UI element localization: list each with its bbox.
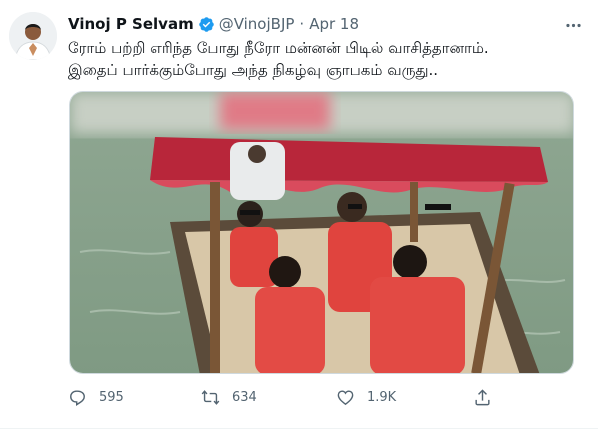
avatar-image xyxy=(9,12,57,60)
avatar[interactable] xyxy=(9,12,57,60)
tweet-actions: 595 634 1.9K xyxy=(68,384,538,410)
author-name[interactable]: Vinoj P Selvam xyxy=(68,15,194,33)
tweet-card[interactable]: Vinoj P Selvam @VinojBJP · Apr 18 ரோம் ப… xyxy=(0,0,598,430)
like-heart-icon xyxy=(337,389,354,405)
retweet-icon xyxy=(201,389,220,405)
like-button[interactable]: 1.9K xyxy=(336,384,396,410)
like-count: 1.9K xyxy=(367,389,397,405)
reply-count: 595 xyxy=(99,389,124,405)
retweet-button[interactable]: 634 xyxy=(201,384,257,410)
reply-button[interactable]: 595 xyxy=(68,384,124,410)
share-button[interactable] xyxy=(473,384,504,410)
author-handle[interactable]: @VinojBJP xyxy=(219,15,295,33)
retweet-count: 634 xyxy=(232,389,257,405)
reply-icon xyxy=(70,389,85,406)
share-icon xyxy=(475,388,490,405)
tweet-text-line-2: இதைப் பார்க்கும்போது அந்த நிகழ்வு ஞாபகம்… xyxy=(68,61,439,79)
verified-badge-icon xyxy=(198,16,215,33)
tweet-text-line-1: ரோம் பற்றி எரிந்த போது நீரோ மன்னன் பிடில… xyxy=(68,39,489,57)
tweet-divider xyxy=(0,428,598,429)
tweet-text: ரோம் பற்றி எரிந்த போது நீரோ மன்னன் பிடில… xyxy=(68,37,588,81)
tweet-photo[interactable] xyxy=(69,91,574,374)
more-options-icon[interactable] xyxy=(562,14,584,36)
tweet-header: Vinoj P Selvam @VinojBJP · Apr 18 xyxy=(68,13,578,35)
tweet-date[interactable]: Apr 18 xyxy=(309,15,359,33)
separator-dot: · xyxy=(299,15,305,33)
